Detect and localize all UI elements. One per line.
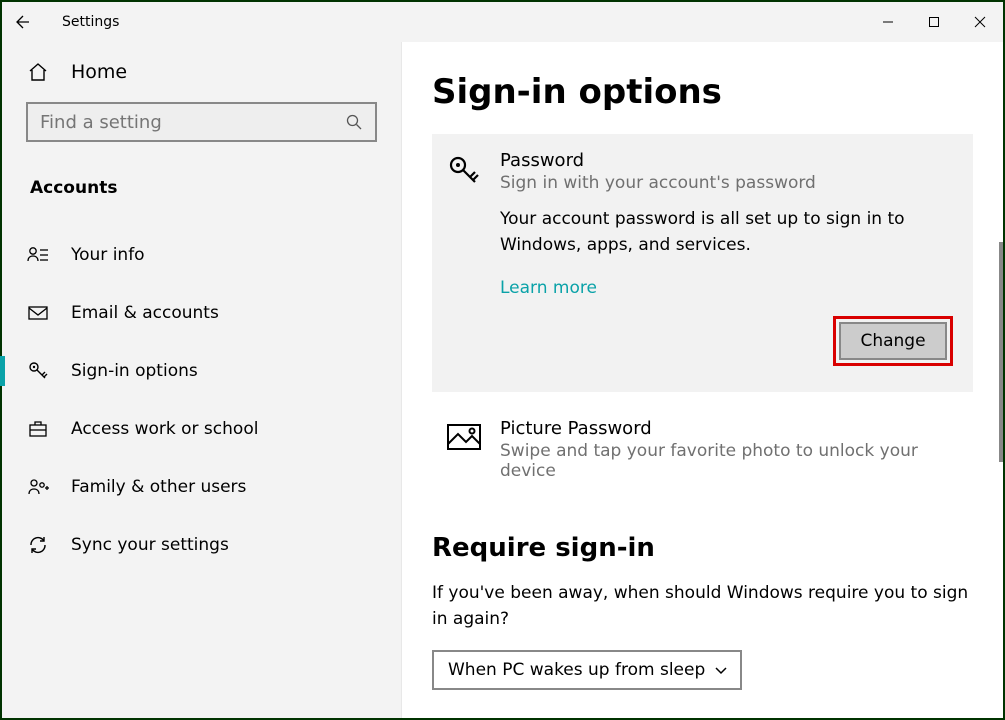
family-icon — [27, 477, 49, 497]
sidebar-item-sync[interactable]: Sync your settings — [2, 516, 401, 574]
select-value: When PC wakes up from sleep — [448, 660, 705, 680]
titlebar: Settings — [2, 2, 1003, 42]
maximize-icon — [928, 16, 940, 28]
require-signin-description: If you've been away, when should Windows… — [432, 581, 973, 632]
sidebar-item-work[interactable]: Access work or school — [2, 400, 401, 458]
password-subtitle: Sign in with your account's password — [500, 173, 953, 193]
category-heading: Accounts — [2, 160, 401, 226]
sync-icon — [27, 534, 49, 556]
sidebar: Home Accounts Your info Email & accounts — [2, 42, 402, 718]
picture-password-row[interactable]: Picture Password Swipe and tap your favo… — [432, 410, 973, 503]
close-icon — [974, 16, 986, 28]
scrollbar[interactable] — [999, 242, 1003, 462]
back-button[interactable] — [2, 2, 42, 42]
sidebar-item-your-info[interactable]: Your info — [2, 226, 401, 284]
sidebar-item-label: Family & other users — [71, 477, 246, 497]
key-icon — [27, 360, 49, 382]
change-button[interactable]: Change — [839, 322, 947, 360]
search-box[interactable] — [26, 102, 377, 142]
briefcase-icon — [27, 419, 49, 439]
minimize-button[interactable] — [865, 2, 911, 42]
sidebar-item-label: Email & accounts — [71, 303, 219, 323]
content-area: Sign-in options Password Sign in with yo… — [402, 42, 1003, 718]
sidebar-item-label: Your info — [71, 245, 145, 265]
password-card[interactable]: Password Sign in with your account's pas… — [432, 134, 973, 392]
sidebar-item-label: Sync your settings — [71, 535, 229, 555]
page-title: Sign-in options — [432, 72, 973, 112]
window-title: Settings — [62, 14, 119, 30]
key-icon — [446, 150, 482, 298]
password-description: Your account password is all set up to s… — [500, 207, 953, 258]
email-icon — [27, 304, 49, 322]
home-icon — [27, 61, 49, 83]
back-arrow-icon — [13, 13, 31, 31]
picture-subtitle: Swipe and tap your favorite photo to unl… — [500, 441, 973, 481]
sidebar-item-family[interactable]: Family & other users — [2, 458, 401, 516]
picture-title: Picture Password — [500, 418, 973, 439]
yourinfo-icon — [27, 245, 49, 265]
search-icon — [345, 113, 363, 131]
minimize-icon — [882, 16, 894, 28]
sidebar-item-email[interactable]: Email & accounts — [2, 284, 401, 342]
change-button-highlight: Change — [833, 316, 953, 366]
close-button[interactable] — [957, 2, 1003, 42]
sidebar-item-signin[interactable]: Sign-in options — [2, 342, 401, 400]
search-input[interactable] — [40, 112, 345, 133]
require-signin-select[interactable]: When PC wakes up from sleep — [432, 650, 742, 690]
home-label: Home — [71, 61, 127, 83]
chevron-down-icon — [714, 663, 728, 677]
require-signin-heading: Require sign-in — [432, 533, 973, 563]
picture-icon — [446, 418, 482, 481]
maximize-button[interactable] — [911, 2, 957, 42]
password-title: Password — [500, 150, 953, 171]
home-nav[interactable]: Home — [2, 42, 401, 102]
sidebar-item-label: Sign-in options — [71, 361, 198, 381]
sidebar-item-label: Access work or school — [71, 419, 258, 439]
window-controls — [865, 2, 1003, 42]
learn-more-link[interactable]: Learn more — [500, 278, 953, 298]
